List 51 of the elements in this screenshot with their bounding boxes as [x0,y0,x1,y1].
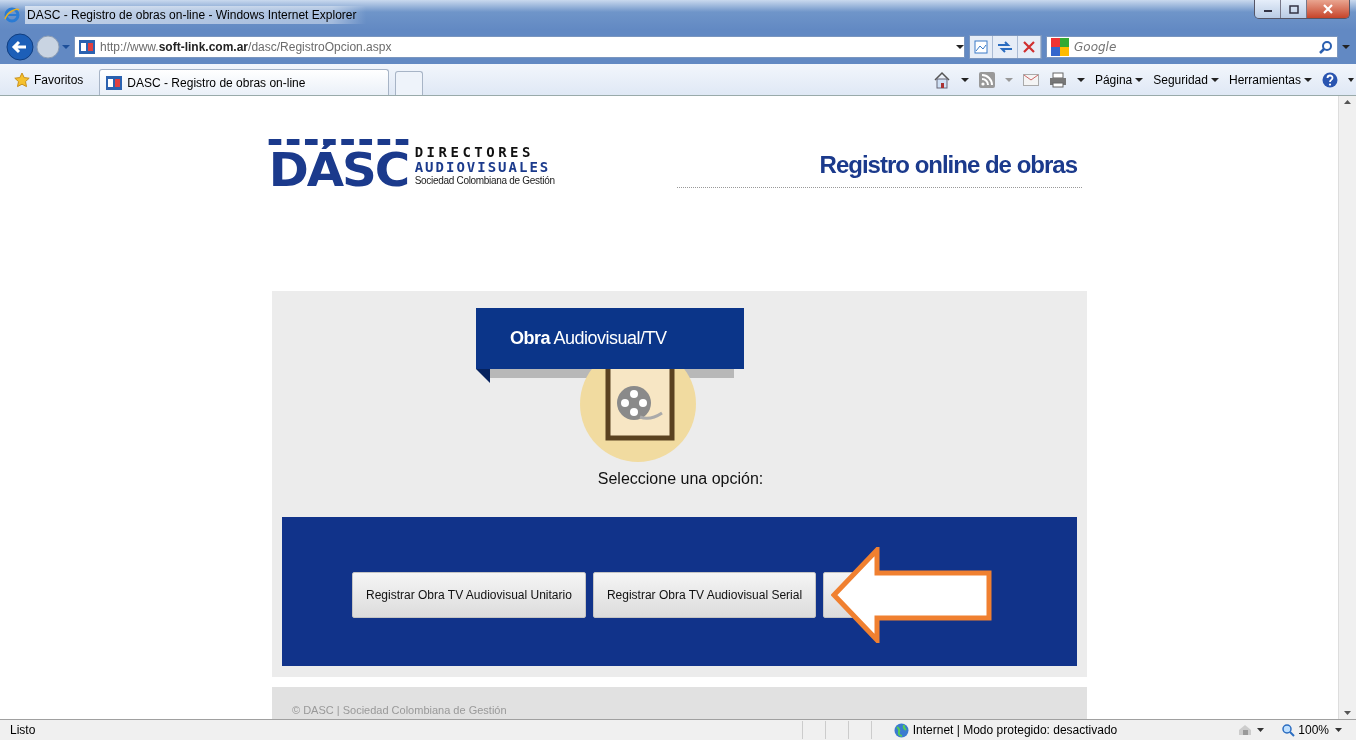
option-button[interactable]: Registrar Obra TV Audiovisual Unitario [352,571,586,618]
star-icon [14,71,30,88]
prompt-text: Seleccione una opción: [597,470,764,488]
address-field[interactable]: http://www.soft-link.com.ar/dasc/RegistroOpcion.aspx [74,36,965,58]
logo-mark: DÁSC [268,139,408,193]
browser-tab[interactable]: DASC - Registro de obras on-line [99,69,390,95]
zoom-icon [1282,723,1296,737]
globe-icon [893,722,909,738]
address-text: http://www.soft-link.com.ar/dasc/RegistroOpcion.aspx [100,40,392,54]
mail-icon[interactable] [1022,73,1039,86]
dropdown-arrow-icon[interactable] [1076,77,1085,82]
dropdown-arrow-icon[interactable] [960,77,969,82]
scroll-down-icon[interactable] [1344,711,1351,715]
footer-text: © DASC | Sociedad Colombiana de Gestión [292,704,507,716]
search-provider-logo-icon [1051,38,1069,56]
option-button[interactable]: Registrar Obra TV Audiovisual Serial [592,571,817,618]
close-icon [1323,4,1333,14]
close-button[interactable] [1307,0,1349,18]
logo-text: AUDIOVISUALES [414,159,552,175]
scroll-up-icon[interactable] [1344,100,1351,104]
search-icon[interactable] [1319,40,1333,54]
logo-text: DIRECTORES [414,144,535,160]
help-icon[interactable] [1322,71,1338,88]
dropdown-arrow-icon[interactable] [1335,728,1342,732]
feed-icon[interactable] [978,71,995,88]
status-text: Listo [10,723,36,737]
zoom-button[interactable]: 100% [1274,723,1335,737]
minimize-button[interactable] [1255,0,1281,18]
home-icon[interactable] [932,70,951,89]
printer-icon[interactable] [1048,71,1067,88]
page-favicon-icon [79,40,95,54]
menu-button[interactable]: Seguridad [1153,72,1219,87]
dropdown-arrow-icon[interactable] [1257,728,1265,732]
search-box[interactable]: Google [1046,36,1338,58]
security-zone-text: Internet | Modo protegido: desactivado [912,723,1118,737]
back-button-icon[interactable] [6,33,34,61]
menu-button[interactable]: Herramientas [1228,72,1312,87]
ribbon-fold-icon [476,369,490,383]
page-heading: Registro online de obras [677,139,1082,188]
maximize-button[interactable] [1281,0,1307,18]
dropdown-arrow-icon[interactable] [956,45,964,49]
section-ribbon: Obra Audiovisual/TV [476,308,744,369]
browser-logo-icon [4,7,20,23]
page-favicon-icon [106,75,123,90]
search-field[interactable]: Google [1074,40,1314,54]
maximize-icon [1288,4,1299,14]
dropdown-arrow-icon[interactable] [1348,77,1354,82]
favorites-button[interactable]: Favoritos [14,71,84,88]
logo-tagline: Sociedad Colombiana de Gestión [414,174,555,188]
window-title: DASC - Registro de obras on-line - Windows Internet Explorer [25,6,367,24]
menu-button[interactable]: Página [1094,72,1144,87]
